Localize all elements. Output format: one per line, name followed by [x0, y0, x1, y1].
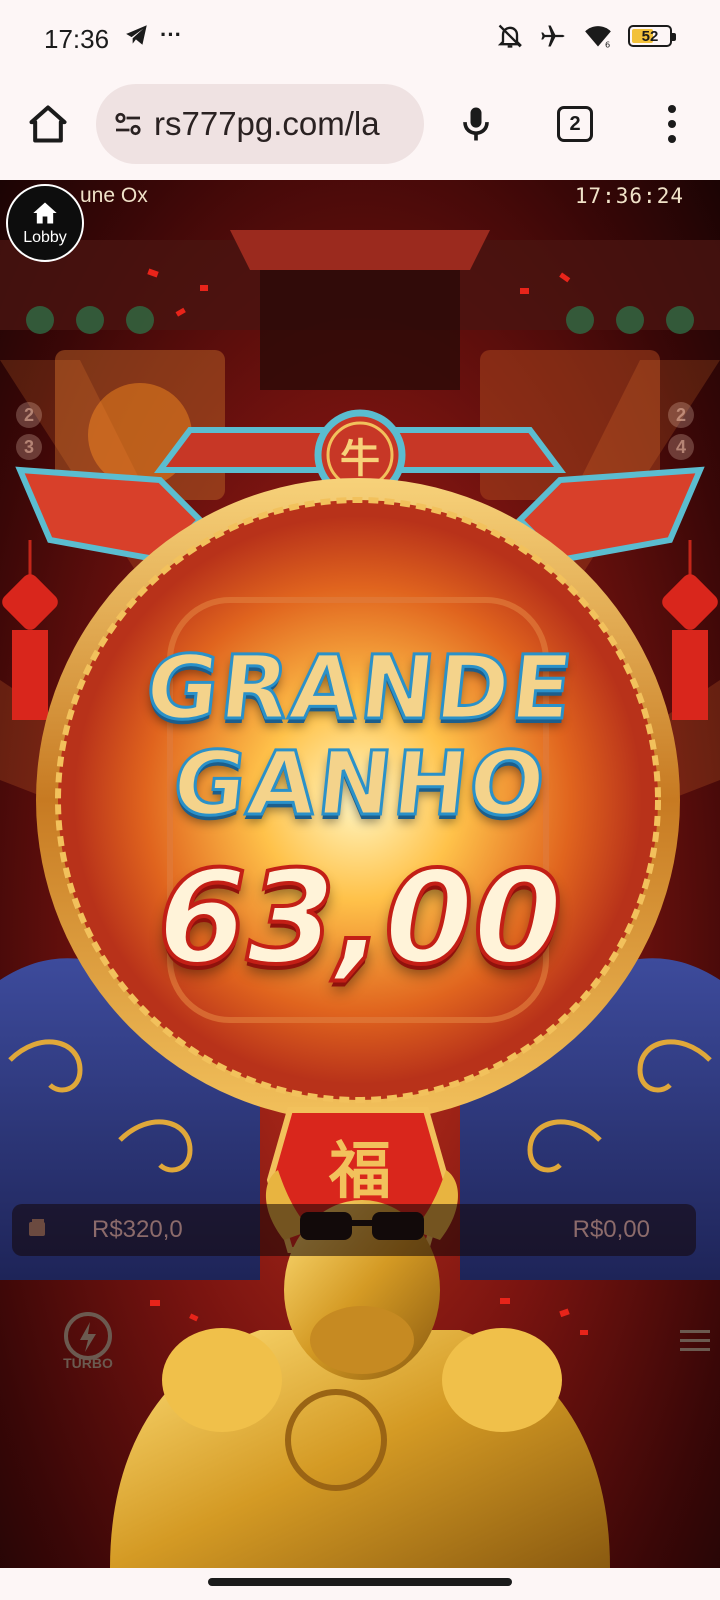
- payline-marker: 2: [16, 402, 42, 428]
- game-title: une Ox: [80, 184, 148, 207]
- bell-off-icon: [497, 24, 523, 48]
- status-time: 17:36: [44, 24, 110, 54]
- game-canvas[interactable]: Lobby une Ox 17:36:24 2 3 2 4 牛 GRANDE G…: [0, 180, 720, 1568]
- battery-level: 52: [641, 27, 659, 45]
- wifi-icon: 6: [585, 26, 611, 50]
- home-gesture-handle[interactable]: [208, 1578, 512, 1586]
- url-text[interactable]: rs777pg.com/la: [154, 105, 380, 143]
- wallet-icon: [29, 1219, 45, 1236]
- balance-value: R$320,0: [92, 1216, 183, 1243]
- browser-menu-icon[interactable]: [660, 102, 684, 146]
- airplane-mode-icon: [541, 25, 565, 47]
- ox-character-emblem: 牛: [340, 436, 380, 482]
- home-icon: [33, 202, 57, 224]
- microphone-icon[interactable]: [454, 100, 498, 148]
- site-settings-icon[interactable]: [110, 106, 146, 142]
- win-amount: 63,00: [156, 842, 565, 995]
- right-payline-markers: 2 4: [668, 402, 694, 466]
- left-payline-markers: 2 3: [16, 402, 42, 466]
- battery-icon: 52: [628, 25, 676, 47]
- payline-marker: 2: [668, 402, 694, 428]
- status-right-icons: 6 52: [496, 22, 676, 50]
- tab-switcher-button[interactable]: 2: [557, 106, 593, 142]
- status-left-icons: ···: [124, 22, 182, 48]
- lobby-label: Lobby: [23, 229, 67, 246]
- win-value: R$0,00: [572, 1216, 650, 1243]
- fortune-character-emblem: 福: [328, 1134, 391, 1207]
- status-bar: 17:36 ··· 6 52: [0, 0, 720, 80]
- more-notifications-icon: ···: [160, 22, 182, 47]
- payline-marker: 3: [16, 434, 42, 460]
- lobby-button[interactable]: Lobby: [6, 184, 84, 262]
- game-menu-icon[interactable]: [680, 1328, 710, 1354]
- big-win-title-line1: GRANDE: [140, 635, 581, 741]
- browser-toolbar: rs777pg.com/la 2: [0, 80, 720, 178]
- payline-marker: 4: [668, 434, 694, 460]
- gesture-bar: [0, 1568, 720, 1600]
- balance-bar: R$320,0 R$0,00: [12, 1204, 696, 1256]
- big-win-title-line2: GANHO: [167, 731, 553, 837]
- game-clock: 17:36:24: [574, 184, 684, 208]
- svg-text:6: 6: [605, 40, 610, 50]
- turbo-label: TURBO: [63, 1355, 113, 1371]
- home-icon[interactable]: [26, 102, 70, 146]
- address-bar[interactable]: rs777pg.com/la: [96, 84, 424, 164]
- telegram-icon: [126, 25, 147, 45]
